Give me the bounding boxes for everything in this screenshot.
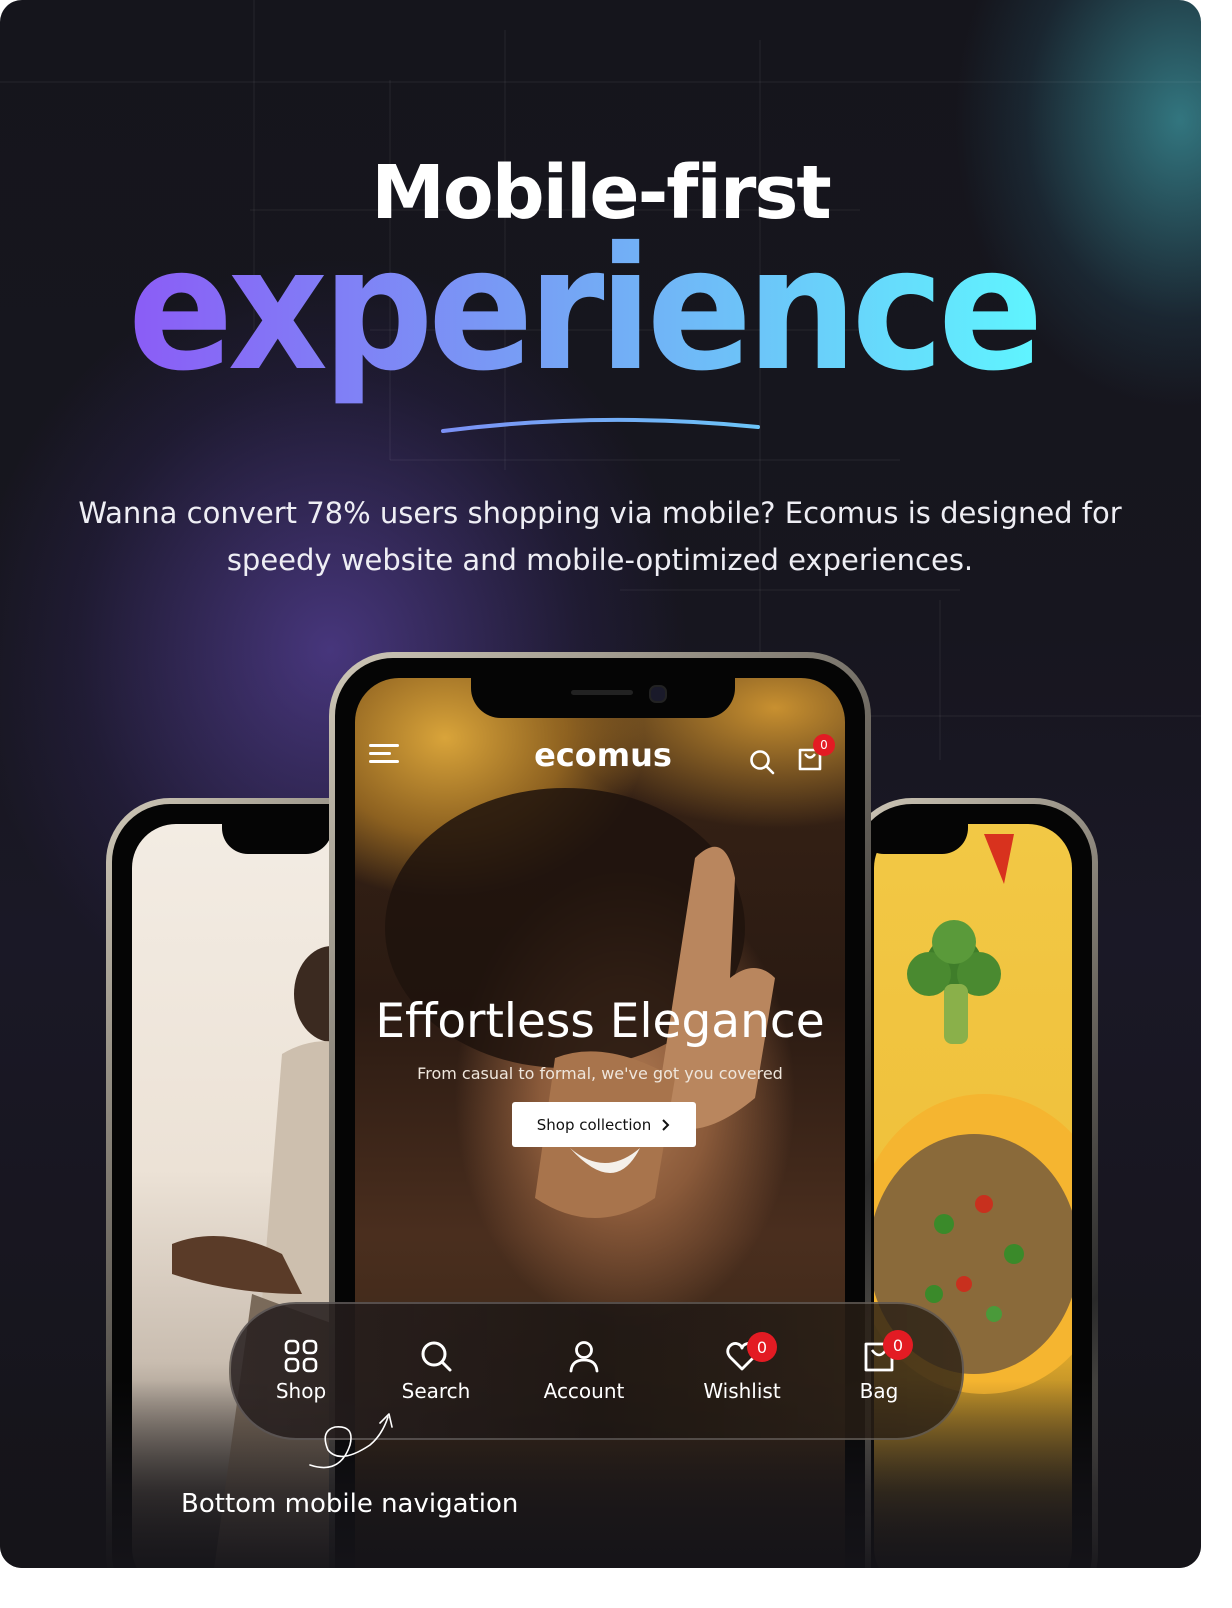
promo-card: Mobile-first experience Wanna convert 78… <box>0 0 1201 1568</box>
page: Mobile-first experience Wanna convert 78… <box>0 0 1232 1608</box>
nav-label-shop: Shop <box>275 1379 327 1403</box>
nav-item-bag[interactable]: Bag 0 <box>829 1304 929 1438</box>
phone-notch <box>471 676 735 718</box>
experience-text: experience <box>128 228 1038 409</box>
nav-label-account: Account <box>543 1379 625 1403</box>
cart-button[interactable]: 0 <box>797 734 835 776</box>
hero-title: Effortless Elegance <box>375 994 825 1049</box>
nav-label-bag: Bag <box>859 1379 899 1403</box>
nav-label-wishlist: Wishlist <box>703 1379 781 1403</box>
wishlist-badge: 0 <box>747 1332 777 1362</box>
user-icon <box>569 1341 599 1373</box>
search-icon <box>421 1341 452 1372</box>
cart-badge: 0 <box>813 734 835 756</box>
bag-badge: 0 <box>883 1330 913 1360</box>
bottom-navigation-caption: Bottom mobile navigation <box>181 1489 519 1519</box>
nav-item-account[interactable]: Account <box>524 1304 644 1438</box>
description-text: Wanna convert 78% users shopping via mob… <box>78 496 1122 577</box>
search-icon[interactable] <box>748 748 776 776</box>
headline-line-1: Mobile-first <box>371 150 832 236</box>
curly-arrow-icon <box>309 1413 393 1469</box>
grid-icon <box>284 1339 318 1373</box>
underline-swash <box>441 417 760 433</box>
chevron-right-icon <box>662 1118 670 1131</box>
hero-subtitle: From casual to formal, we've got you cov… <box>417 1064 783 1083</box>
shop-collection-button[interactable]: Shop collection <box>512 1102 696 1147</box>
nav-label-search: Search <box>401 1379 471 1403</box>
speaker-grille <box>571 690 633 695</box>
camera-dot <box>649 685 667 703</box>
shop-collection-label: Shop collection <box>536 1115 652 1134</box>
headline-line-2: experience <box>128 228 1044 433</box>
nav-item-wishlist[interactable]: Wishlist 0 <box>682 1304 802 1438</box>
